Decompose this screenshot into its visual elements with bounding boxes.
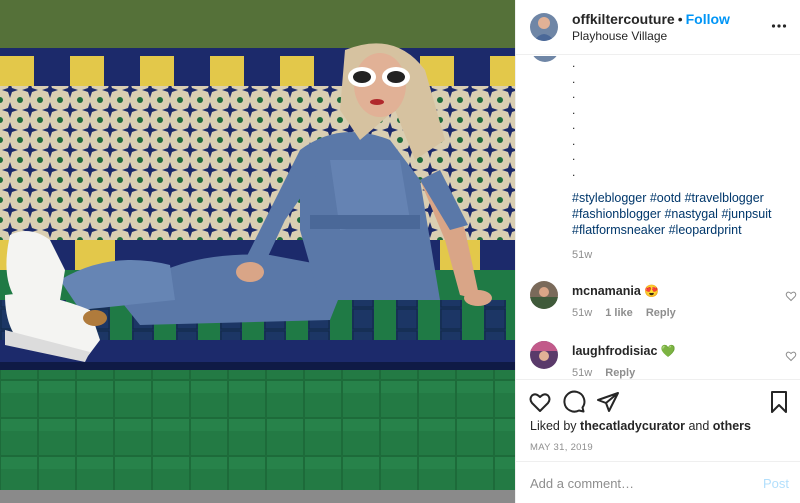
caption-dots: . . . . . . . . [572,56,576,179]
hashtag-link[interactable]: #junpsuit [721,207,771,221]
comments-list[interactable]: . . . . . . . . #styleblogger #ootd #tra… [516,56,800,379]
comment-timestamp[interactable]: 51w [572,307,592,319]
add-comment-input[interactable] [530,462,740,503]
reply-button[interactable]: Reply [605,367,635,379]
commenter-username[interactable]: laughfrodisiac [572,344,657,358]
post-header: offkiltercouture • Follow Playhouse Villag… [516,0,800,55]
heart-icon[interactable] [785,349,797,362]
commenter-avatar[interactable] [530,281,558,309]
comment-item: mcnamania 😍 51w 1 like Reply [530,281,797,321]
liked-by-user-link[interactable]: thecatladycurator [580,419,685,433]
hashtag-link[interactable]: #flatformsneaker [572,223,665,237]
comment-timestamp[interactable]: 51w [572,367,592,379]
add-comment-bar: Post [516,461,800,503]
location-link[interactable]: Playhouse Village [572,28,730,44]
caption-timestamp[interactable]: 51w [572,249,592,261]
heart-icon[interactable] [785,289,797,302]
author-username[interactable]: offkiltercouture [572,11,675,27]
commenter-avatar[interactable] [530,341,558,369]
comment-text: 😍 [644,284,660,298]
comment-text: 💚 [660,344,676,358]
hashtag-link[interactable]: #travelblogger [685,191,764,205]
more-horizontal-icon[interactable] [771,18,787,34]
comment-icon[interactable] [562,390,586,414]
hashtag-link[interactable]: #nastygal [664,207,718,221]
follow-button[interactable]: Follow [686,11,730,27]
post-photo[interactable] [0,0,515,503]
hashtag-link[interactable]: #fashionblogger [572,207,661,221]
caption-hashtags: #styleblogger #ootd #travelblogger #fash… [572,190,787,238]
comment-item: laughfrodisiac 💚 51w Reply [530,341,797,379]
heart-icon[interactable] [528,390,552,414]
bookmark-icon[interactable] [767,390,791,414]
post-actions: Liked by thecatladycurator and others MA… [516,379,800,461]
comment-likes[interactable]: 1 like [605,307,633,319]
post-image [0,0,515,503]
post-date[interactable]: MAY 31, 2019 [530,442,593,453]
reply-button[interactable]: Reply [646,307,676,319]
share-icon[interactable] [596,390,620,414]
hashtag-link[interactable]: #ootd [650,191,681,205]
post-comment-button[interactable]: Post [763,476,789,491]
hashtag-link[interactable]: #styleblogger [572,191,646,205]
liked-by-others-link[interactable]: others [713,419,751,433]
instagram-post: offkiltercouture • Follow Playhouse Villag… [0,0,800,503]
liked-by-text: Liked by thecatladycurator and others [530,419,751,433]
post-side-panel: offkiltercouture • Follow Playhouse Villag… [515,0,800,503]
commenter-username[interactable]: mcnamania [572,284,641,298]
caption-author-avatar[interactable] [531,56,559,62]
hashtag-link[interactable]: #leopardprint [669,223,742,237]
author-avatar[interactable] [530,13,558,41]
header-separator: • [677,10,683,27]
